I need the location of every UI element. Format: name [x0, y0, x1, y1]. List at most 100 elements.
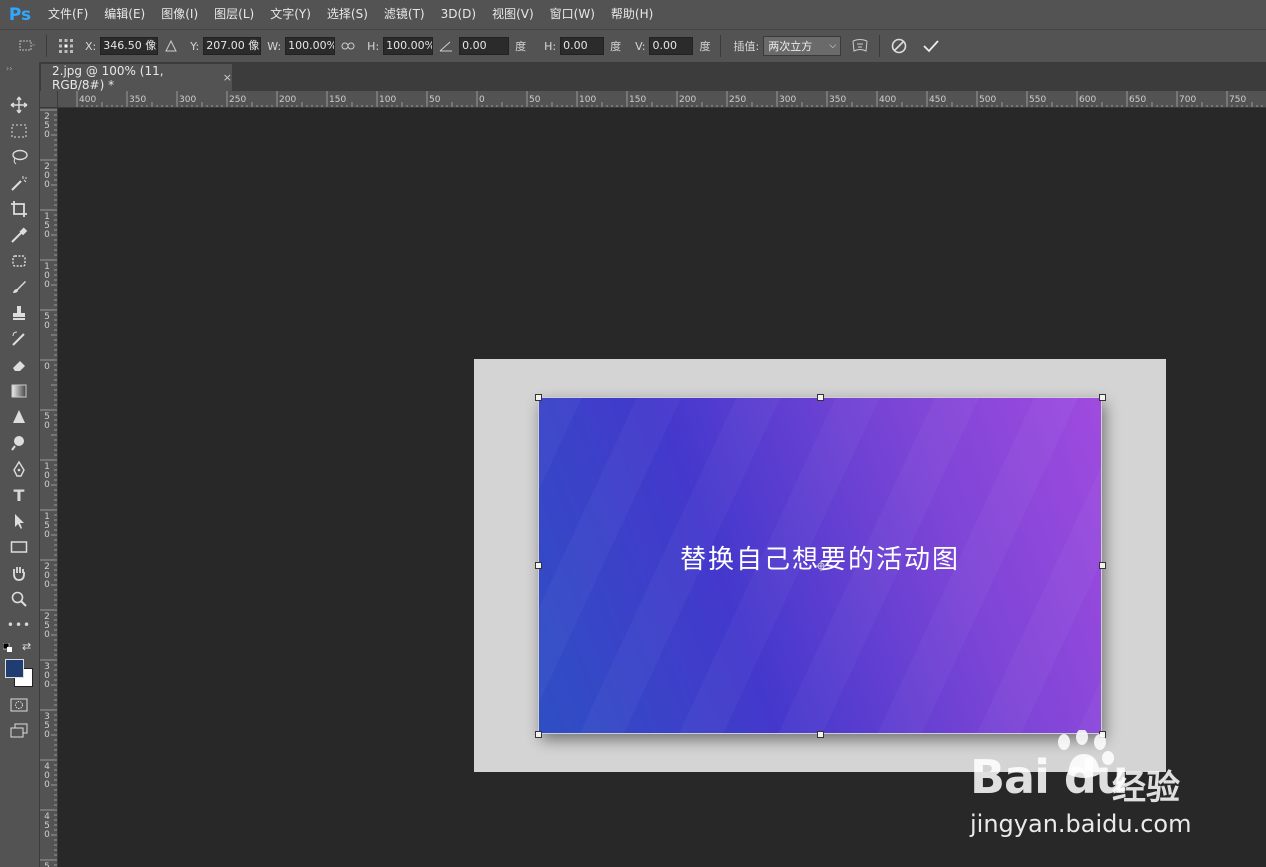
ruler-label: 400 — [79, 95, 97, 105]
ruler-label: 700 — [1179, 95, 1197, 105]
menu-type[interactable]: 文字(Y) — [262, 0, 319, 29]
type-tool-icon[interactable]: T — [8, 484, 30, 506]
path-selection-tool-icon[interactable] — [8, 510, 30, 532]
document-tab[interactable]: 2.jpg @ 100% (11, RGB/8#) * × — [41, 63, 232, 92]
menu-help[interactable]: 帮助(H) — [603, 0, 661, 29]
default-colors-icon[interactable] — [2, 642, 13, 652]
history-brush-tool-icon[interactable] — [8, 328, 30, 350]
menu-window[interactable]: 窗口(W) — [542, 0, 603, 29]
ruler-label: 300 — [44, 662, 50, 690]
reference-point-icon[interactable] — [816, 560, 826, 571]
ruler-label: 50 — [44, 412, 50, 431]
y-position-field[interactable]: 207.00 像素 — [203, 37, 262, 55]
horizontal-ruler[interactable]: 400 350 300 250 200 150 100 50 0 50 100 150 200 250 30… — [58, 91, 1266, 108]
h-label: H: — [367, 39, 380, 53]
menu-file[interactable]: 文件(F) — [40, 0, 96, 29]
ruler-label: 350 — [129, 95, 147, 105]
warp-mode-icon[interactable] — [851, 37, 869, 55]
marquee-tool-icon[interactable] — [8, 120, 30, 142]
ruler-label: 200 — [679, 95, 697, 105]
cancel-transform-icon[interactable] — [890, 37, 908, 55]
menu-select[interactable]: 选择(S) — [319, 0, 376, 29]
gradient-tool-icon[interactable] — [8, 380, 30, 402]
blur-tool-icon[interactable] — [8, 406, 30, 428]
transform-tool-icon[interactable] — [18, 37, 36, 55]
more-tools-icon[interactable]: ••• — [7, 614, 30, 636]
y-label: Y: — [190, 39, 200, 53]
rectangle-tool-icon[interactable] — [8, 536, 30, 558]
screen-mode-icon[interactable] — [8, 720, 30, 742]
ruler-label: 50 — [429, 95, 441, 105]
watermark-logo-text: Bai du — [970, 750, 1129, 804]
handle-top-left[interactable] — [535, 394, 542, 401]
separator — [720, 35, 722, 57]
menu-image[interactable]: 图像(I) — [153, 0, 206, 29]
zoom-tool-icon[interactable] — [8, 588, 30, 610]
handle-middle-right[interactable] — [1099, 562, 1106, 569]
handle-middle-left[interactable] — [535, 562, 542, 569]
menu-view[interactable]: 视图(V) — [484, 0, 542, 29]
menu-3d[interactable]: 3D(D) — [433, 0, 484, 29]
ruler-label: 350 — [44, 712, 50, 740]
tools-panel: ›› T ••• ⇄ — [0, 62, 40, 867]
document-tab-bar: 2.jpg @ 100% (11, RGB/8#) * × — [40, 62, 1266, 92]
ruler-label: 200 — [279, 95, 297, 105]
eyedropper-tool-icon[interactable] — [8, 224, 30, 246]
handle-top-center[interactable] — [817, 394, 824, 401]
ruler-label: 250 — [729, 95, 747, 105]
brush-tool-icon[interactable] — [8, 276, 30, 298]
dodge-tool-icon[interactable] — [8, 432, 30, 454]
ruler-label: 150 — [329, 95, 347, 105]
skew-h-unit: 度 — [610, 40, 622, 53]
ruler-label: 100 — [44, 462, 50, 490]
skew-h-field[interactable]: 0.00 — [560, 37, 605, 55]
vertical-ruler[interactable]: 2502001501005005010015020025030035040045… — [40, 108, 58, 867]
menu-layer[interactable]: 图层(L) — [206, 0, 262, 29]
ruler-label: 200 — [44, 162, 50, 190]
swap-colors-icon[interactable]: ⇄ — [22, 640, 31, 653]
stamp-tool-icon[interactable] — [8, 302, 30, 324]
x-position-field[interactable]: 346.50 像素 — [100, 37, 159, 55]
close-icon[interactable]: × — [223, 71, 232, 84]
ruler-label: 100 — [579, 95, 597, 105]
skew-v-field[interactable]: 0.00 — [649, 37, 694, 55]
ruler-origin[interactable] — [40, 91, 58, 108]
ruler-label: 250 — [44, 612, 50, 640]
handle-top-right[interactable] — [1099, 394, 1106, 401]
rotate-angle-field[interactable]: 0.00 — [459, 37, 510, 55]
commit-transform-icon[interactable] — [922, 37, 940, 55]
interpolation-select[interactable]: 两次立方 ⌵ — [763, 36, 842, 56]
lasso-tool-icon[interactable] — [8, 146, 30, 168]
handle-bottom-center[interactable] — [817, 731, 824, 738]
separator — [879, 35, 881, 57]
collapse-toggle-icon[interactable]: ›› — [6, 64, 12, 73]
move-tool-icon[interactable] — [8, 94, 30, 116]
hand-tool-icon[interactable] — [8, 562, 30, 584]
app-logo[interactable]: Ps — [0, 0, 40, 29]
crop-tool-icon[interactable] — [8, 198, 30, 220]
quick-mask-icon[interactable] — [8, 694, 30, 716]
ruler-label: 150 — [44, 212, 50, 240]
skew-h-label: H: — [544, 39, 557, 53]
baidu-jingyan-watermark: Bai du 经验 jingyan.baidu.com — [970, 730, 1210, 840]
ruler-label: 350 — [829, 95, 847, 105]
handle-bottom-left[interactable] — [535, 731, 542, 738]
ruler-label: 50 — [44, 312, 50, 331]
menu-edit[interactable]: 编辑(E) — [96, 0, 153, 29]
ruler-label: 50 — [529, 95, 541, 105]
height-field[interactable]: 100.00% — [383, 37, 434, 55]
link-icon[interactable] — [339, 37, 357, 55]
document-title: 2.jpg @ 100% (11, RGB/8#) * — [52, 63, 164, 92]
delta-icon[interactable] — [162, 37, 180, 55]
healing-brush-tool-icon[interactable] — [8, 250, 30, 272]
ruler-label: 0 — [44, 362, 50, 372]
foreground-color-swatch[interactable] — [5, 659, 24, 678]
watermark-url: jingyan.baidu.com — [970, 810, 1192, 838]
pen-tool-icon[interactable] — [8, 458, 30, 480]
ruler-label: 100 — [379, 95, 397, 105]
width-field[interactable]: 100.00% — [285, 37, 336, 55]
reference-point-icon[interactable] — [57, 37, 75, 55]
menu-filter[interactable]: 滤镜(T) — [376, 0, 433, 29]
magic-wand-tool-icon[interactable] — [8, 172, 30, 194]
eraser-tool-icon[interactable] — [8, 354, 30, 376]
